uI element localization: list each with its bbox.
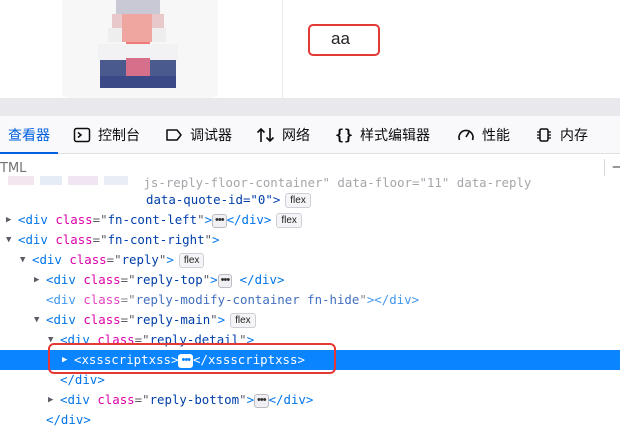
attr-text: data-quote-id="0">: [146, 192, 281, 207]
attr-value: reply-top: [135, 272, 203, 287]
tree-row[interactable]: ▶ <div class="reply-bottom"> ••• </div>: [0, 390, 620, 410]
expand-arrow-icon[interactable]: ▶: [6, 210, 16, 230]
tree-row[interactable]: ▼ <div class="fn-cont-right">: [0, 230, 620, 250]
tree-row-hidden[interactable]: <div class="reply-modify-container fn-hi…: [0, 290, 620, 310]
flex-badge[interactable]: flex: [178, 253, 205, 268]
attr-name: class: [83, 292, 121, 307]
attr-value: reply-detail: [149, 332, 240, 347]
tab-console[interactable]: 控制台: [72, 116, 140, 153]
page-divider: [282, 0, 283, 98]
avatar: [98, 0, 178, 88]
tree-row[interactable]: ▼ <div class="reply-main"> flex: [0, 310, 620, 330]
tag-name: div: [25, 212, 48, 227]
tag-name: div: [53, 272, 76, 287]
attr-name: class: [55, 212, 93, 227]
attr-value: reply-bottom: [149, 392, 240, 407]
tab-inspector[interactable]: 查看器: [0, 116, 58, 154]
tab-label: 查看器: [8, 127, 50, 144]
tab-label: 网络: [282, 127, 310, 144]
tab-label: 样式编辑器: [360, 127, 430, 144]
collapsed-content-button[interactable]: •••: [212, 214, 227, 228]
flex-badge[interactable]: flex: [285, 193, 311, 208]
console-icon: [72, 125, 92, 145]
attr-name: class: [97, 332, 135, 347]
web-page-preview: aa: [0, 0, 620, 104]
performance-icon: [456, 125, 476, 145]
tab-label: 调试器: [190, 127, 232, 144]
comment-content: aa: [308, 24, 380, 56]
tab-debugger[interactable]: 调试器: [164, 116, 232, 153]
tag-name: div: [74, 372, 98, 387]
tag-name: div: [67, 392, 90, 407]
more-options-icon[interactable]: —: [612, 159, 620, 175]
attr-name: class: [55, 232, 93, 247]
flex-badge[interactable]: flex: [276, 213, 302, 228]
tag-name: div: [25, 232, 48, 247]
collapsed-content-button[interactable]: •••: [254, 394, 269, 408]
attr-value: reply-main: [135, 312, 211, 327]
style-editor-icon: {}: [334, 125, 354, 144]
tag-name: xssscriptxss: [81, 352, 171, 367]
tag-name: div: [39, 252, 62, 267]
attr-name: class: [97, 392, 135, 407]
tree-row[interactable]: ▼ <div class="reply-detail">: [0, 330, 620, 350]
tree-row[interactable]: </div>: [0, 370, 620, 390]
tab-network[interactable]: 网络: [256, 116, 310, 153]
memory-icon: [534, 125, 554, 145]
expand-arrow-icon[interactable]: ▶: [48, 390, 58, 410]
attr-value: reply: [121, 252, 159, 267]
collapse-arrow-icon[interactable]: ▼: [48, 330, 58, 350]
collapse-arrow-icon[interactable]: ▼: [6, 230, 16, 250]
attr-name: class: [83, 272, 121, 287]
expand-arrow-icon[interactable]: ▶: [62, 350, 72, 370]
tree-row[interactable]: data-quote-id="0"> flex: [0, 190, 620, 210]
tree-row-selected[interactable]: ▶ <xssscriptxss> ••• </xssscriptxss>: [0, 350, 620, 370]
devtools-splitter[interactable]: [0, 98, 620, 116]
search-label: TML: [0, 161, 27, 176]
attr-name: class: [69, 252, 107, 267]
devtools-toolbar: 查看器 控制台 调试器 网络 {} 样式编辑器 性能 内存: [0, 116, 620, 154]
tag-name: div: [60, 412, 84, 426]
flex-badge[interactable]: flex: [230, 313, 256, 328]
debugger-icon: [164, 125, 184, 145]
attr-value: reply-modify-container fn-hide: [135, 292, 360, 307]
tab-label: 性能: [482, 127, 510, 144]
tag-name: div: [53, 312, 76, 327]
attr-name: class: [83, 312, 121, 327]
tab-label: 控制台: [98, 127, 140, 144]
tree-row[interactable]: ▼ <div class="reply"> flex: [0, 250, 620, 270]
tag-name: div: [53, 292, 76, 307]
markup-tree: js-reply-floor-container" data-floor="11…: [0, 176, 620, 426]
attr-value: fn-cont-left: [107, 212, 198, 227]
expand-arrow-icon[interactable]: ▶: [34, 270, 44, 290]
tree-row[interactable]: ▶ <div class="fn-cont-left"> ••• </div> fle…: [0, 210, 620, 230]
collapse-arrow-icon[interactable]: ▼: [34, 310, 44, 330]
collapsed-content-button[interactable]: •••: [178, 354, 194, 368]
collapse-arrow-icon[interactable]: ▼: [20, 250, 30, 270]
tab-performance[interactable]: 性能: [456, 116, 510, 153]
collapsed-content-button[interactable]: •••: [217, 274, 233, 288]
tag-name: div: [67, 332, 90, 347]
tab-style-editor[interactable]: {} 样式编辑器: [334, 116, 430, 153]
tree-row[interactable]: ▶ <div class="reply-top"> ••• </div>: [0, 270, 620, 290]
tree-row[interactable]: </div>: [0, 410, 620, 426]
network-icon: [256, 125, 276, 145]
tab-label: 内存: [560, 127, 588, 144]
tab-memory[interactable]: 内存: [534, 116, 588, 153]
attr-value: fn-cont-right: [107, 232, 205, 247]
